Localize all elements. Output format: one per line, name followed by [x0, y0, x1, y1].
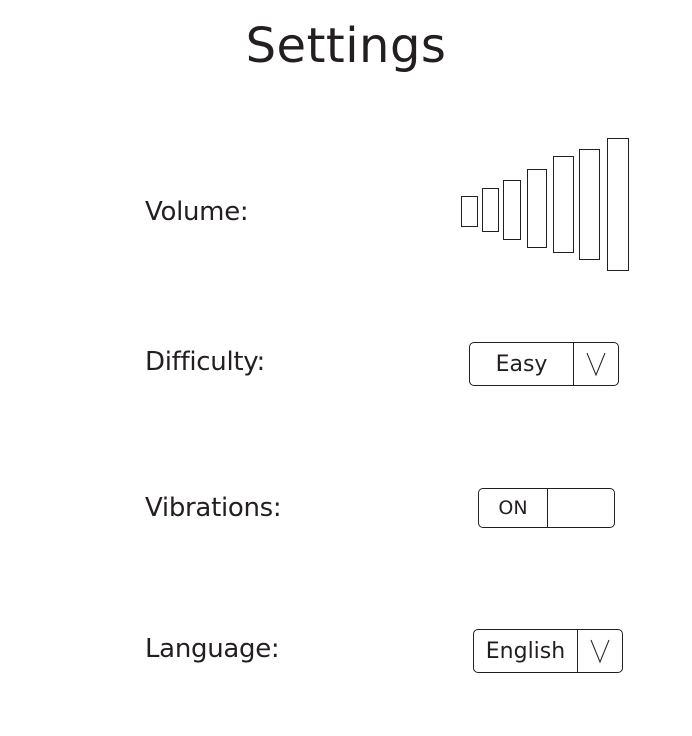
language-label: Language: [145, 634, 280, 664]
volume-level-2[interactable] [482, 188, 499, 232]
difficulty-dropdown-toggle[interactable] [573, 343, 618, 385]
vibrations-toggle-on[interactable]: ON [479, 489, 548, 527]
language-dropdown-toggle[interactable] [577, 630, 622, 672]
chevron-down-icon [590, 639, 610, 664]
language-dropdown[interactable]: English [473, 629, 623, 673]
vibrations-toggle[interactable]: ON [478, 488, 615, 528]
volume-label: Volume: [145, 197, 249, 227]
difficulty-label: Difficulty: [145, 347, 265, 377]
vibrations-label: Vibrations: [145, 493, 282, 523]
volume-level-5[interactable] [553, 156, 574, 253]
page-title: Settings [245, 18, 447, 74]
vibrations-toggle-off[interactable] [548, 489, 614, 527]
volume-level-7[interactable] [607, 138, 629, 271]
volume-level-4[interactable] [527, 169, 547, 248]
volume-level-6[interactable] [579, 149, 600, 260]
volume-level-3[interactable] [503, 180, 521, 240]
chevron-down-icon [586, 352, 606, 377]
difficulty-selected-value: Easy [495, 351, 548, 377]
volume-level-1[interactable] [461, 196, 478, 227]
language-selected-value: English [485, 638, 566, 664]
difficulty-dropdown[interactable]: Easy [469, 342, 619, 386]
